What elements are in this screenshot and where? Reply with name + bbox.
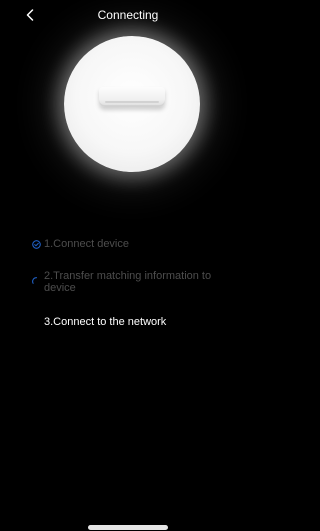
step-label: 2.Transfer matching information to devic… — [44, 270, 212, 294]
air-conditioner-icon — [99, 87, 165, 107]
check-circle-icon — [32, 240, 41, 249]
page-title: Connecting — [97, 8, 159, 22]
step-label: 1.Connect device — [44, 238, 129, 250]
step-connect-device: 1.Connect device — [32, 238, 244, 250]
step-connect-network: 3.Connect to the network — [44, 316, 244, 328]
device-illustration — [64, 36, 200, 172]
step-transfer-info: 2.Transfer matching information to devic… — [32, 270, 244, 294]
home-indicator — [88, 525, 168, 530]
header-bar: Connecting — [0, 0, 256, 30]
step-label: 3.Connect to the network — [44, 316, 167, 328]
spinner-icon — [32, 277, 38, 284]
